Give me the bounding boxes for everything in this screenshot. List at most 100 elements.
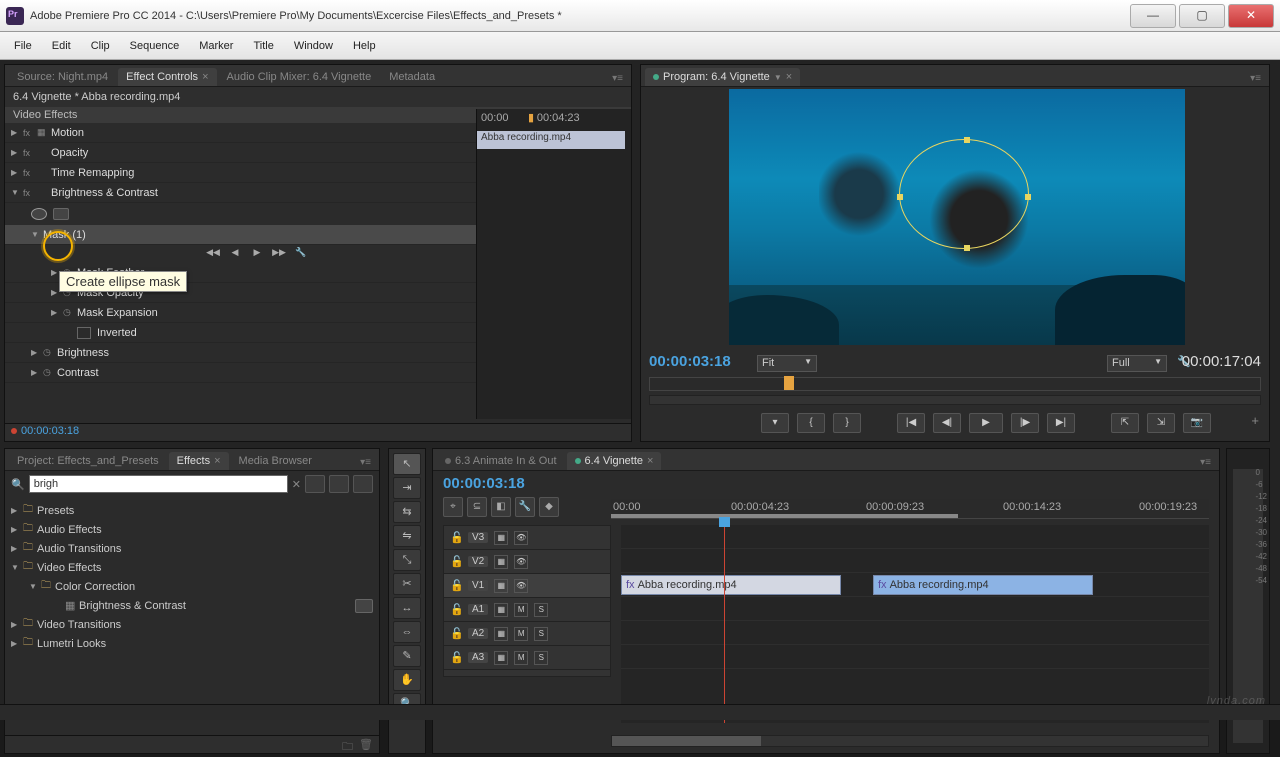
add-button-icon[interactable]: + xyxy=(1251,413,1259,428)
filter-button-1[interactable] xyxy=(305,475,325,493)
link-button[interactable]: ⊆ xyxy=(467,497,487,517)
tab-metadata[interactable]: Metadata xyxy=(381,68,443,86)
extract-button[interactable]: ⇲ xyxy=(1147,413,1175,433)
set-in-button[interactable]: { xyxy=(797,413,825,433)
tab-media-browser[interactable]: Media Browser xyxy=(231,452,320,470)
panel-menu-icon[interactable]: ▾≡ xyxy=(1196,455,1215,470)
export-frame-button[interactable]: 📷 xyxy=(1183,413,1211,433)
timeline-lanes[interactable]: fxAbba recording.mp4 fxAbba recording.mp… xyxy=(621,525,1209,723)
tab-sequence-1[interactable]: 6.3 Animate In & Out xyxy=(437,452,565,470)
panel-menu-icon[interactable]: ▾≡ xyxy=(1246,71,1265,86)
hand-tool[interactable]: ✋ xyxy=(393,669,421,691)
effcon-timecode[interactable]: 00:00:03:18 xyxy=(21,425,79,437)
snap-button[interactable]: ⌖ xyxy=(443,497,463,517)
lift-button[interactable]: ⇱ xyxy=(1111,413,1139,433)
track-select-tool[interactable]: ⇥ xyxy=(393,477,421,499)
menu-window[interactable]: Window xyxy=(284,37,343,55)
clip-abba-2[interactable]: fxAbba recording.mp4 xyxy=(873,575,1093,595)
mini-clip-block[interactable]: Abba recording.mp4 xyxy=(477,131,625,149)
pen-tool[interactable]: ✎ xyxy=(393,645,421,667)
tab-sequence-2[interactable]: 6.4 Vignette× xyxy=(567,452,662,470)
timeline-scrollbar[interactable] xyxy=(611,735,1209,747)
mark-in-button[interactable]: ▾ xyxy=(761,413,789,433)
mask-outline[interactable] xyxy=(899,139,1029,249)
minimize-button[interactable]: — xyxy=(1130,4,1176,28)
tree-audio-transitions[interactable]: ▶🗀Audio Transitions xyxy=(11,539,373,558)
step-back-icon[interactable]: ◀ xyxy=(227,247,243,261)
program-viewer[interactable] xyxy=(729,89,1185,345)
set-out-button[interactable]: } xyxy=(833,413,861,433)
menu-file[interactable]: File xyxy=(4,37,42,55)
program-scrollbar[interactable] xyxy=(649,395,1261,405)
tree-audio-effects[interactable]: ▶🗀Audio Effects xyxy=(11,520,373,539)
wrench-icon[interactable]: 🔧 xyxy=(293,247,309,261)
tab-source[interactable]: Source: Night.mp4 xyxy=(9,68,116,86)
track-fwd-icon[interactable]: ▶ xyxy=(249,247,265,261)
resolution-dropdown[interactable]: Full ▼ xyxy=(1107,355,1167,372)
tab-audio-mixer[interactable]: Audio Clip Mixer: 6.4 Vignette xyxy=(219,68,380,86)
marker-button[interactable]: ◧ xyxy=(491,497,511,517)
go-to-out-button[interactable]: ▶| xyxy=(1047,413,1075,433)
timeline-timecode[interactable]: 00:00:03:18 xyxy=(443,475,525,492)
selection-tool[interactable]: ↖ xyxy=(393,453,421,475)
tab-program[interactable]: Program: 6.4 Vignette▼× xyxy=(645,68,800,86)
menu-edit[interactable]: Edit xyxy=(42,37,81,55)
create-ellipse-mask-button[interactable] xyxy=(31,208,47,220)
rolling-edit-tool[interactable]: ⇋ xyxy=(393,525,421,547)
menu-title[interactable]: Title xyxy=(243,37,283,55)
track-v3[interactable]: 🔓V3▦👁 xyxy=(444,526,610,550)
razor-tool[interactable]: ✂ xyxy=(393,573,421,595)
program-timecode-current[interactable]: 00:00:03:18 xyxy=(649,353,731,370)
create-rect-mask-button[interactable] xyxy=(53,208,69,220)
menu-clip[interactable]: Clip xyxy=(81,37,120,55)
track-v1[interactable]: 🔓V1▦👁 xyxy=(444,574,610,598)
tab-effects[interactable]: Effects× xyxy=(169,452,229,470)
menu-marker[interactable]: Marker xyxy=(189,37,243,55)
tree-presets[interactable]: ▶🗀Presets xyxy=(11,501,373,520)
menu-sequence[interactable]: Sequence xyxy=(120,37,190,55)
close-button[interactable]: ✕ xyxy=(1228,4,1274,28)
filter-button-3[interactable] xyxy=(353,475,373,493)
close-tab-icon[interactable]: × xyxy=(202,71,208,83)
ripple-edit-tool[interactable]: ⇆ xyxy=(393,501,421,523)
play-button[interactable]: ▶ xyxy=(969,413,1003,433)
tree-lumetri[interactable]: ▶🗀Lumetri Looks xyxy=(11,634,373,653)
program-scrubber[interactable] xyxy=(649,377,1261,391)
effects-search-input[interactable] xyxy=(29,475,288,493)
track-v2[interactable]: 🔓V2▦👁 xyxy=(444,550,610,574)
menu-help[interactable]: Help xyxy=(343,37,386,55)
timeline-ruler[interactable]: 00:00 00:00:04:23 00:00:09:23 00:00:14:2… xyxy=(611,499,1209,519)
trash-icon[interactable]: 🗑 xyxy=(359,738,373,751)
settings-button[interactable]: 🔧 xyxy=(515,497,535,517)
zoom-fit-dropdown[interactable]: Fit ▼ xyxy=(757,355,817,372)
track-a2[interactable]: 🔓A2▦MS xyxy=(444,622,610,646)
maximize-button[interactable]: ▢ xyxy=(1179,4,1225,28)
new-bin-icon[interactable]: 🗀 xyxy=(342,738,353,751)
panel-menu-icon[interactable]: ▾≡ xyxy=(608,71,627,86)
program-dropdown-icon[interactable]: ▼ xyxy=(774,73,782,82)
playhead-icon[interactable] xyxy=(784,376,794,390)
go-to-in-button[interactable]: |◀ xyxy=(897,413,925,433)
tree-brightness-contrast[interactable]: ▦Brightness & Contrast xyxy=(11,596,373,615)
tab-project[interactable]: Project: Effects_and_Presets xyxy=(9,452,167,470)
rate-stretch-tool[interactable]: ⤡ xyxy=(393,549,421,571)
panel-menu-icon[interactable]: ▾≡ xyxy=(356,455,375,470)
tree-video-transitions[interactable]: ▶🗀Video Transitions xyxy=(11,615,373,634)
inverted-checkbox[interactable] xyxy=(77,327,91,339)
track-a3[interactable]: 🔓A3▦MS xyxy=(444,646,610,670)
tree-video-effects[interactable]: ▼🗀Video Effects xyxy=(11,558,373,577)
step-fwd-icon[interactable]: ▶▶ xyxy=(271,247,287,261)
clip-abba-1[interactable]: fxAbba recording.mp4 xyxy=(621,575,841,595)
track-a1[interactable]: 🔓A1▦MS xyxy=(444,598,610,622)
track-back-icon[interactable]: ◀◀ xyxy=(205,247,221,261)
timeline-playhead[interactable] xyxy=(724,525,725,723)
step-back-button[interactable]: ◀| xyxy=(933,413,961,433)
step-fwd-button[interactable]: |▶ xyxy=(1011,413,1039,433)
tab-effect-controls[interactable]: Effect Controls× xyxy=(118,68,216,86)
filter-button-2[interactable] xyxy=(329,475,349,493)
slip-tool[interactable]: ↔ xyxy=(393,597,421,619)
close-tab-icon[interactable]: × xyxy=(786,71,792,83)
clear-search-icon[interactable]: ✕ xyxy=(292,478,301,491)
slide-tool[interactable]: ⇔ xyxy=(393,621,421,643)
tree-color-correction[interactable]: ▼🗀Color Correction xyxy=(11,577,373,596)
